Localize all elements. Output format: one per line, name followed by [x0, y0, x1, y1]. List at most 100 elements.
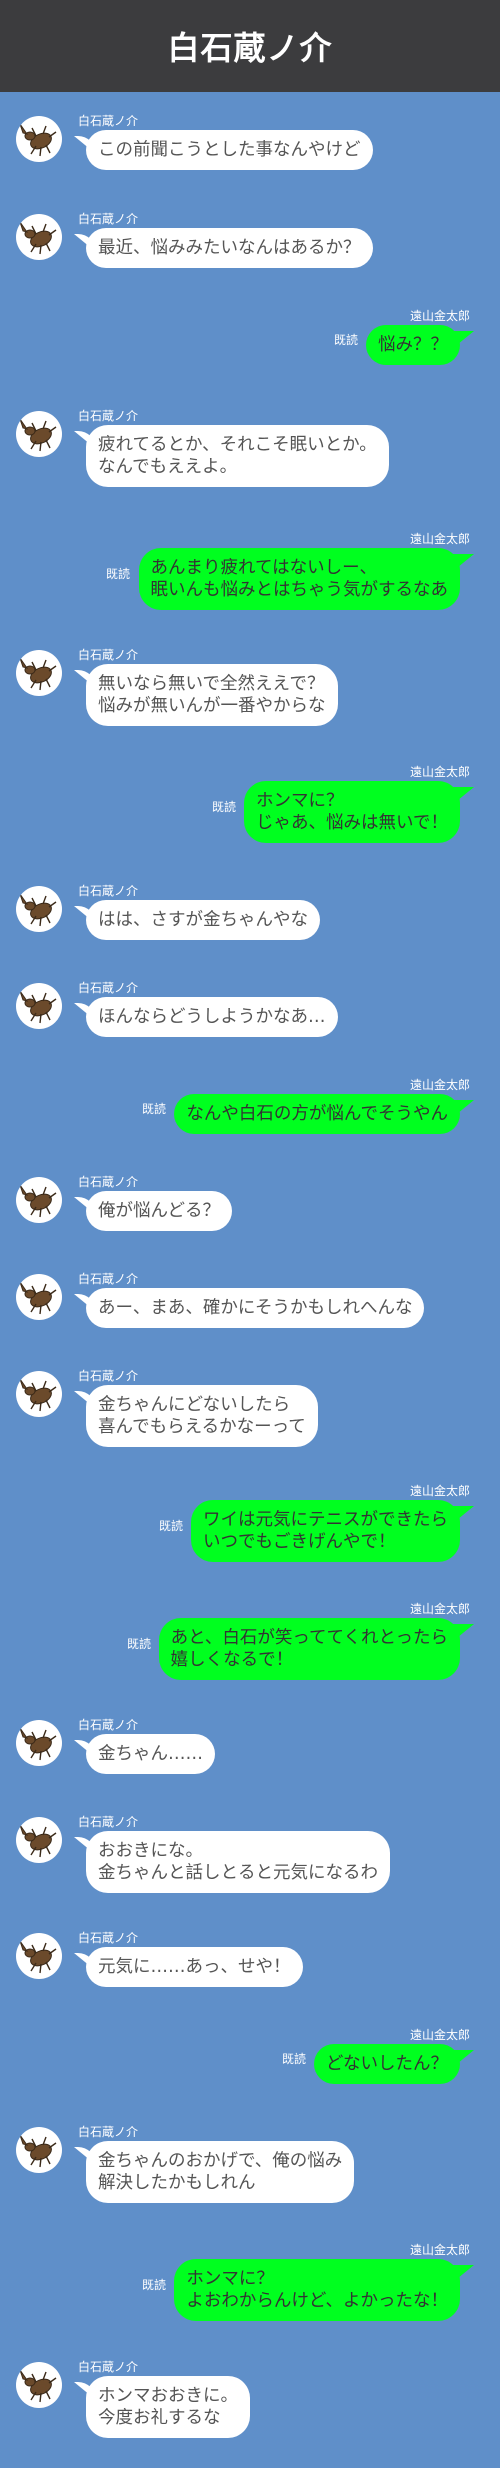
beetle-avatar-icon[interactable] — [16, 983, 62, 1029]
message-line: あんまり疲れてはないしー、 — [150, 558, 377, 578]
sender-name: 白石蔵ノ介 — [78, 114, 139, 128]
sender-name: 白石蔵ノ介 — [78, 409, 139, 423]
message-line: 俺が悩んどる？ — [98, 1201, 220, 1221]
sender-name: 白石蔵ノ介 — [78, 1272, 139, 1286]
read-receipt: 既読 — [334, 333, 359, 347]
read-receipt: 既読 — [106, 567, 131, 581]
sender-name: 白石蔵ノ介 — [78, 648, 139, 662]
message-bubble[interactable]: ホンマおおきに。 今度お礼するな — [86, 2376, 250, 2438]
message-bubble[interactable]: 無いなら無いで全然ええで？ 悩みが無いんが一番やからな — [86, 664, 338, 726]
message-bubble[interactable]: はは、さすが金ちゃんやな — [86, 900, 320, 940]
message-bubble[interactable]: あんまり疲れてはないしー、 眠いんも悩みとはちゃう気がするなあ — [138, 548, 460, 610]
message-line: 喜んでもらえるかなーって — [98, 1417, 306, 1437]
sender-name: 遠山金太郎 — [409, 2028, 470, 2042]
read-receipt: 既読 — [159, 1519, 184, 1533]
chat-title: 白石蔵ノ介 — [167, 29, 333, 67]
message-line: 眠いんも悩みとはちゃう気がするなあ — [150, 580, 449, 600]
beetle-avatar-icon[interactable] — [16, 411, 62, 457]
message-bubble[interactable]: 最近、悩みみたいなんはあるか？ — [86, 228, 373, 268]
message-bubble[interactable]: 疲れてるとか、それこそ眠いとか。 なんでもええよ。 — [86, 425, 389, 487]
sender-name: 白石蔵ノ介 — [78, 2360, 139, 2374]
sender-name: 遠山金太郎 — [409, 1078, 470, 1092]
message-line: 金ちゃん…… — [98, 1744, 203, 1764]
sender-name: 白石蔵ノ介 — [78, 884, 139, 898]
message-line: 悩みが無いんが一番やからな — [98, 696, 326, 716]
message-bubble[interactable]: 金ちゃんにどないしたら 喜んでもらえるかなーって — [86, 1385, 318, 1447]
message-bubble[interactable]: ホンマに？ じゃあ、悩みは無いで！ — [244, 781, 460, 843]
beetle-avatar-icon[interactable] — [16, 1817, 62, 1863]
message-line: あと、白石が笑っててくれとったら — [170, 1628, 448, 1648]
message-bubble[interactable]: 金ちゃん…… — [86, 1734, 215, 1774]
message-bubble[interactable]: なんや白石の方が悩んでそうやん — [174, 1094, 460, 1134]
message-bubble[interactable]: ほんならどうしようかなあ… — [86, 997, 338, 1037]
message-line: ほんならどうしようかなあ… — [98, 1007, 326, 1027]
sender-name: 遠山金太郎 — [409, 309, 470, 323]
message-bubble[interactable]: 金ちゃんのおかげで、俺の悩み 解決したかもしれん — [86, 2141, 355, 2203]
message-line: 最近、悩みみたいなんはあるか？ — [98, 238, 361, 258]
message-bubble[interactable]: 元気に……あっ、せや！ — [86, 1947, 303, 1987]
sender-name: 遠山金太郎 — [409, 1602, 470, 1616]
message-line: 疲れてるとか、それこそ眠いとか。 — [98, 435, 377, 455]
read-receipt: 既読 — [282, 2052, 307, 2066]
message-bubble[interactable]: ホンマに？ よおわからんけど、よかったな！ — [174, 2259, 460, 2321]
beetle-avatar-icon[interactable] — [16, 2127, 62, 2173]
beetle-avatar-icon[interactable] — [16, 1720, 62, 1766]
message-bubble[interactable]: 俺が悩んどる？ — [86, 1191, 232, 1231]
sender-name: 白石蔵ノ介 — [78, 1931, 139, 1945]
message-bubble[interactable]: 悩み？？ — [366, 325, 460, 365]
message-line: 無いなら無いで全然ええで？ — [98, 674, 325, 694]
message-line: 解決したかもしれん — [98, 2173, 256, 2193]
sender-name: 白石蔵ノ介 — [78, 1175, 139, 1189]
message-line: なんや白石の方が悩んでそうやん — [186, 1104, 448, 1124]
sender-name: 白石蔵ノ介 — [78, 1815, 139, 1829]
beetle-avatar-icon[interactable] — [16, 886, 62, 932]
message-bubble[interactable]: あと、白石が笑っててくれとったら 嬉しくなるで！ — [158, 1618, 460, 1680]
read-receipt: 既読 — [127, 1637, 152, 1651]
message-line: いつでもごきげんやで！ — [203, 1532, 396, 1552]
beetle-avatar-icon[interactable] — [16, 1177, 62, 1223]
sender-name: 白石蔵ノ介 — [78, 2125, 139, 2139]
chat-header: 白石蔵ノ介 — [0, 0, 500, 92]
message-bubble[interactable]: ワイは元気にテニスができたら いつでもごきげんやで！ — [191, 1500, 460, 1562]
message-line: はは、さすが金ちゃんやな — [98, 910, 308, 930]
message-line: おおきにな。 — [98, 1841, 203, 1861]
message-line: ホンマに？ — [186, 2269, 274, 2289]
sender-name: 白石蔵ノ介 — [78, 1369, 139, 1383]
beetle-avatar-icon[interactable] — [16, 650, 62, 696]
message-line: ホンマおおきに。 — [98, 2386, 238, 2406]
message-line: じゃあ、悩みは無いで！ — [256, 813, 448, 833]
message-line: 嬉しくなるで！ — [170, 1650, 294, 1670]
message-line: 悩み？？ — [378, 335, 448, 355]
message-line: 金ちゃんのおかげで、俺の悩み — [98, 2151, 343, 2171]
message-line: 金ちゃんにどないしたら — [98, 1395, 291, 1415]
beetle-avatar-icon[interactable] — [16, 214, 62, 260]
message-bubble[interactable]: あー、まあ、確かにそうかもしれへんな — [86, 1288, 425, 1328]
sender-name: 遠山金太郎 — [409, 765, 470, 779]
message-line: なんでもええよ。 — [98, 457, 238, 477]
message-bubble[interactable]: おおきにな。 金ちゃんと話しとると元気になるわ — [86, 1831, 390, 1893]
message-line: どないしたん？ — [325, 2054, 448, 2074]
beetle-avatar-icon[interactable] — [16, 1933, 62, 1979]
beetle-avatar-icon[interactable] — [16, 2362, 62, 2408]
read-receipt: 既読 — [142, 2278, 167, 2292]
beetle-avatar-icon[interactable] — [16, 1371, 62, 1417]
message-line: あー、まあ、確かにそうかもしれへんな — [98, 1298, 413, 1318]
message-line: 今度お礼するな — [98, 2408, 221, 2428]
sender-name: 遠山金太郎 — [409, 532, 470, 546]
sender-name: 遠山金太郎 — [409, 1484, 470, 1498]
message-line: ホンマに？ — [256, 791, 344, 811]
message-line: この前聞こうとした事なんやけど — [98, 140, 361, 160]
sender-name: 白石蔵ノ介 — [78, 1718, 139, 1732]
message-line: 金ちゃんと話しとると元気になるわ — [98, 1863, 378, 1883]
beetle-avatar-icon[interactable] — [16, 116, 62, 162]
sender-name: 白石蔵ノ介 — [78, 981, 139, 995]
read-receipt: 既読 — [142, 1102, 167, 1116]
message-line: よおわからんけど、よかったな！ — [186, 2291, 448, 2311]
message-bubble[interactable]: この前聞こうとした事なんやけど — [86, 130, 373, 170]
read-receipt: 既読 — [212, 800, 237, 814]
sender-name: 白石蔵ノ介 — [78, 212, 139, 226]
message-line: 元気に……あっ、せや！ — [98, 1957, 291, 1977]
message-bubble[interactable]: どないしたん？ — [313, 2044, 460, 2084]
beetle-avatar-icon[interactable] — [16, 1274, 62, 1320]
message-line: ワイは元気にテニスができたら — [203, 1510, 448, 1530]
